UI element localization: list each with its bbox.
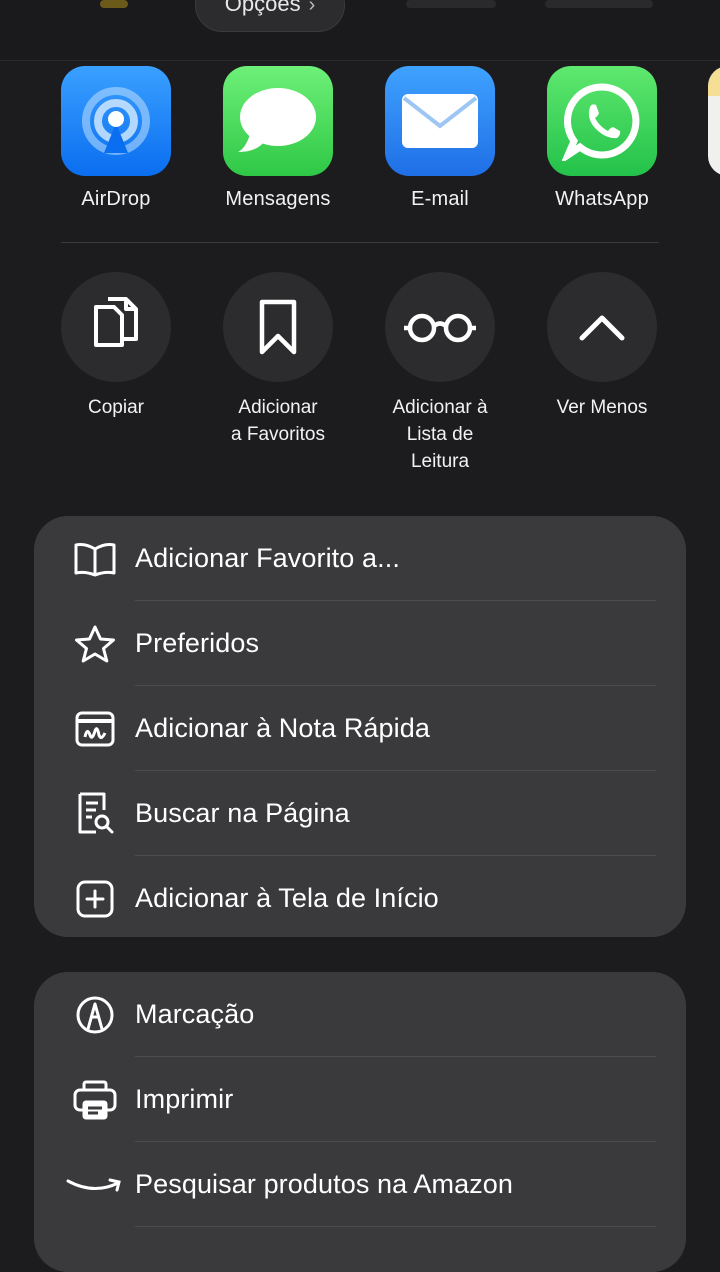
action-label: Copiar xyxy=(88,397,144,418)
actions-group-1: Adicionar Favorito a... Preferidos Adici… xyxy=(34,516,686,937)
airdrop-icon xyxy=(61,66,171,176)
app-label: AirDrop xyxy=(81,188,151,210)
star-icon xyxy=(72,621,118,667)
share-actions-row: Copiar Adicionar a Favoritos Adicionar à… xyxy=(0,272,720,482)
app-label: Mensagens xyxy=(225,188,331,210)
share-apps-row: AirDrop Mensagens E-mail WhatsApp xyxy=(0,66,720,216)
add-square-icon xyxy=(72,876,118,922)
app-whatsapp[interactable]: WhatsApp xyxy=(521,66,683,211)
amazon-icon xyxy=(62,1162,128,1208)
menu-item-label: Imprimir xyxy=(135,1084,234,1114)
action-add-bookmark[interactable]: Adicionar a Favoritos xyxy=(197,272,359,448)
action-label: Adicionar a Favoritos xyxy=(231,397,325,445)
quick-note-icon xyxy=(72,706,118,752)
options-button[interactable]: Opções › xyxy=(195,0,345,32)
menu-item-label: Adicionar Favorito a... xyxy=(135,543,400,573)
menu-item-label: Buscar na Página xyxy=(135,798,350,828)
action-copy[interactable]: Copiar xyxy=(35,272,197,421)
top-bar: Opções › xyxy=(0,0,720,61)
menu-item-add-bookmark-to[interactable]: Adicionar Favorito a... xyxy=(34,516,686,601)
action-see-less[interactable]: Ver Menos xyxy=(521,272,683,421)
row-separator xyxy=(135,1226,656,1227)
chevron-up-icon xyxy=(547,272,657,382)
menu-item-find-in-page[interactable]: Buscar na Página xyxy=(34,771,686,856)
whatsapp-icon xyxy=(547,66,657,176)
menu-item-markup[interactable]: Marcação xyxy=(34,972,686,1057)
markup-icon xyxy=(72,992,118,1038)
menu-item-add-to-home-screen[interactable]: Adicionar à Tela de Início xyxy=(34,856,686,937)
next-app-peek[interactable] xyxy=(708,66,720,176)
printer-icon xyxy=(72,1077,118,1123)
book-icon xyxy=(72,536,118,582)
mail-icon xyxy=(385,66,495,176)
app-label: WhatsApp xyxy=(555,188,649,210)
menu-item-quick-note[interactable]: Adicionar à Nota Rápida xyxy=(34,686,686,771)
action-label: Ver Menos xyxy=(556,397,648,418)
top-faint-mark xyxy=(406,0,496,8)
action-reading-list[interactable]: Adicionar à Lista de Leitura xyxy=(359,272,521,475)
app-airdrop[interactable]: AirDrop xyxy=(35,66,197,211)
copy-icon xyxy=(61,272,171,382)
top-faint-mark xyxy=(100,0,128,8)
menu-item-label: Adicionar à Tela de Início xyxy=(135,883,439,913)
app-messages[interactable]: Mensagens xyxy=(197,66,359,211)
chevron-right-icon: › xyxy=(308,0,316,16)
find-in-page-icon xyxy=(72,791,118,837)
menu-item-amazon[interactable]: Pesquisar produtos na Amazon xyxy=(34,1142,686,1227)
menu-item-label: Adicionar à Nota Rápida xyxy=(135,713,430,743)
menu-item-print[interactable]: Imprimir xyxy=(34,1057,686,1142)
bookmark-icon xyxy=(223,272,333,382)
menu-item-favorites[interactable]: Preferidos xyxy=(34,601,686,686)
options-label: Opções xyxy=(224,0,301,16)
divider xyxy=(61,242,659,243)
glasses-icon xyxy=(385,272,495,382)
menu-item-label: Marcação xyxy=(135,999,255,1029)
app-mail[interactable]: E-mail xyxy=(359,66,521,211)
action-label: Adicionar à Lista de Leitura xyxy=(392,397,488,472)
messages-icon xyxy=(223,66,333,176)
app-label: E-mail xyxy=(411,188,469,210)
menu-item-label: Pesquisar produtos na Amazon xyxy=(135,1169,514,1199)
actions-group-2: Marcação Imprimir Pesquisar produtos na … xyxy=(34,972,686,1272)
top-faint-mark xyxy=(545,0,653,8)
menu-item-label: Preferidos xyxy=(135,628,260,658)
